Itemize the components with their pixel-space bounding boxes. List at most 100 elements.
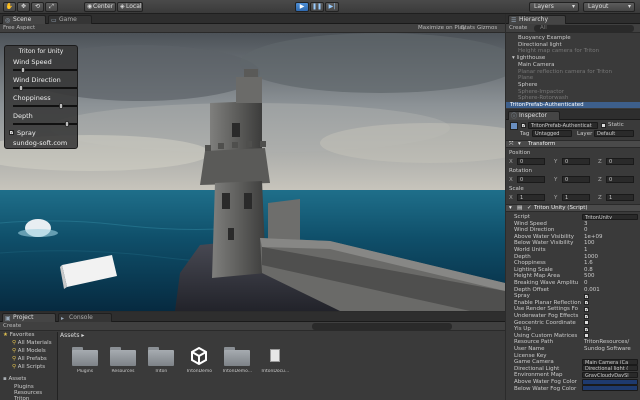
property-checkbox[interactable]: ✓ [584,306,589,312]
static-checkbox[interactable] [601,123,606,128]
wind-direction-slider-thumb[interactable] [18,85,23,91]
hand-tool-button[interactable]: ✋ [3,2,16,12]
tab-project[interactable]: ▣ Project [2,313,56,322]
property-value[interactable]: 500 [584,273,595,279]
assets-breadcrumb[interactable]: Assets ▸ [60,332,84,339]
property-value[interactable]: Sundog Software [584,346,631,352]
property-color-swatch[interactable] [582,378,638,385]
property-checkbox[interactable]: ✓ [584,293,589,299]
tab-game[interactable]: ▭ Game [48,15,92,24]
property-value[interactable]: TritonResources/ [584,339,629,345]
choppiness-slider-thumb[interactable] [59,103,63,109]
play-button[interactable]: ▶ [295,2,309,12]
property-value[interactable]: 1 [584,247,588,253]
hierarchy-item[interactable]: Sphere [518,82,537,88]
pause-button[interactable]: ❚❚ [310,2,324,12]
tab-scene[interactable]: ◎ Scene [2,15,46,24]
scale-tool-button[interactable]: ⤢ [45,2,58,12]
asset-item[interactable]: Resources [103,343,143,383]
favorite-item[interactable]: ⚲ All Models [12,348,46,354]
hierarchy-item[interactable]: Buoyancy Example [518,35,571,41]
position-y-field[interactable]: 0 [562,158,590,165]
hierarchy-item[interactable]: Planar reflection camera for Triton [518,69,612,75]
scale-x-field[interactable]: 1 [517,194,545,201]
tab-console[interactable]: ▸ Console [58,313,112,322]
hierarchy-item[interactable]: Main Camera [518,62,554,68]
property-checkbox[interactable]: ✓ [584,313,589,319]
scale-y-field[interactable]: 1 [562,194,590,201]
asset-item[interactable]: Triton [141,343,181,383]
layout-dropdown[interactable]: Layout ▾ [583,2,635,12]
hierarchy-item[interactable]: Plane [518,75,533,81]
property-value[interactable]: 0 [584,280,588,286]
property-value[interactable]: 1e+09 [584,234,603,240]
asset-item[interactable]: Plugins [65,343,105,383]
favorite-item[interactable]: ⚲ All Scripts [12,364,45,370]
property-checkbox[interactable] [584,333,589,339]
rotation-x-field[interactable]: 0 [517,176,545,183]
property-checkbox[interactable] [584,320,589,326]
wind-speed-slider-thumb[interactable] [21,67,26,73]
tab-inspector[interactable]: ⓘ Inspector [508,111,560,120]
property-value[interactable]: 3 [584,221,588,227]
depth-slider[interactable] [13,121,77,127]
asset-item[interactable]: TritonDemo [179,343,219,383]
triton-script-header[interactable]: ▾ ▤ ✓ Triton Unity (Script) [506,204,640,212]
spray-checkbox[interactable]: ✓ [9,130,14,136]
free-aspect-dropdown[interactable]: Free Aspect [3,24,35,33]
position-x-field[interactable]: 0 [517,158,545,165]
pivot-mode-button[interactable]: ◉ Center [84,2,116,12]
property-color-swatch[interactable] [582,385,638,392]
property-value[interactable]: 0.001 [584,287,600,293]
property-value[interactable]: 0.8 [584,267,593,273]
hierarchy-item[interactable]: Sphere-Impactor [518,89,564,95]
property-value[interactable]: 100 [584,240,595,246]
property-value[interactable]: 1000 [584,254,598,260]
tab-hierarchy[interactable]: ☰ Hierarchy [508,15,566,24]
property-object-field[interactable]: TritonUnity [582,213,638,220]
hierarchy-search-input[interactable]: All [534,25,634,32]
rotation-z-field[interactable]: 0 [606,176,634,183]
transform-header[interactable]: ⤧ ▾ Transform [506,140,640,148]
choppiness-slider[interactable] [13,103,77,109]
wind-speed-slider[interactable] [13,67,77,73]
property-object-field[interactable]: Main Camera (Ca [582,358,638,365]
hierarchy-item[interactable]: Sphere-Rotorwash [518,95,568,101]
wind-direction-slider[interactable] [13,85,77,91]
step-button[interactable]: ▶| [325,2,339,12]
rotation-y-field[interactable]: 0 [562,176,590,183]
pivot-space-button[interactable]: ◈ Local [117,2,143,12]
property-object-field[interactable]: GrayCloudyDaySl [582,371,638,379]
gizmos-dropdown[interactable]: Gizmos [477,24,497,33]
asset-item[interactable]: TritonDocu... [255,343,295,383]
property-value[interactable]: 0 [584,227,588,233]
depth-slider-thumb[interactable] [65,121,69,127]
property-value[interactable]: 1.6 [584,260,593,266]
layer-dropdown[interactable]: Default [594,130,634,137]
position-z-field[interactable]: 0 [606,158,634,165]
favorite-item[interactable]: ⚲ All Materials [12,340,52,346]
project-search-input[interactable] [312,323,452,330]
script-enabled-check[interactable]: ✓ [527,205,532,212]
property-object-field[interactable]: Directional light ( [582,365,638,372]
hierarchy-item[interactable]: TritonPrefab-Authenticated [506,102,640,108]
asset-item[interactable]: TritonDemo... [217,343,257,383]
assets-root[interactable]: ▪ Assets [3,376,26,382]
hierarchy-item[interactable]: Directional light [518,42,562,48]
move-tool-button[interactable]: ✥ [17,2,30,12]
stats-toggle[interactable]: Stats [461,24,475,33]
layers-dropdown[interactable]: Layers ▾ [529,2,579,12]
tag-dropdown[interactable]: Untagged [532,130,572,137]
scale-z-field[interactable]: 1 [606,194,634,201]
project-create-dropdown[interactable]: Create [3,322,21,331]
tree-folder-item[interactable]: Triton [14,396,29,400]
favorites-header[interactable]: ★ Favorites [3,332,35,338]
game-viewport[interactable]: Triton for Unity Wind Speed Wind Directi… [0,33,505,311]
hierarchy-item[interactable]: ▾ lighthouse [512,55,545,61]
favorite-item[interactable]: ⚲ All Prefabs [12,356,47,362]
active-checkbox[interactable]: ✓ [521,123,526,129]
object-name-field[interactable]: TritonPrefab-Authenticat [528,122,598,129]
property-checkbox[interactable]: ✓ [584,300,589,306]
hierarchy-create-dropdown[interactable]: Create [509,24,527,33]
maximize-on-play-toggle[interactable]: Maximize on Play [418,24,466,33]
